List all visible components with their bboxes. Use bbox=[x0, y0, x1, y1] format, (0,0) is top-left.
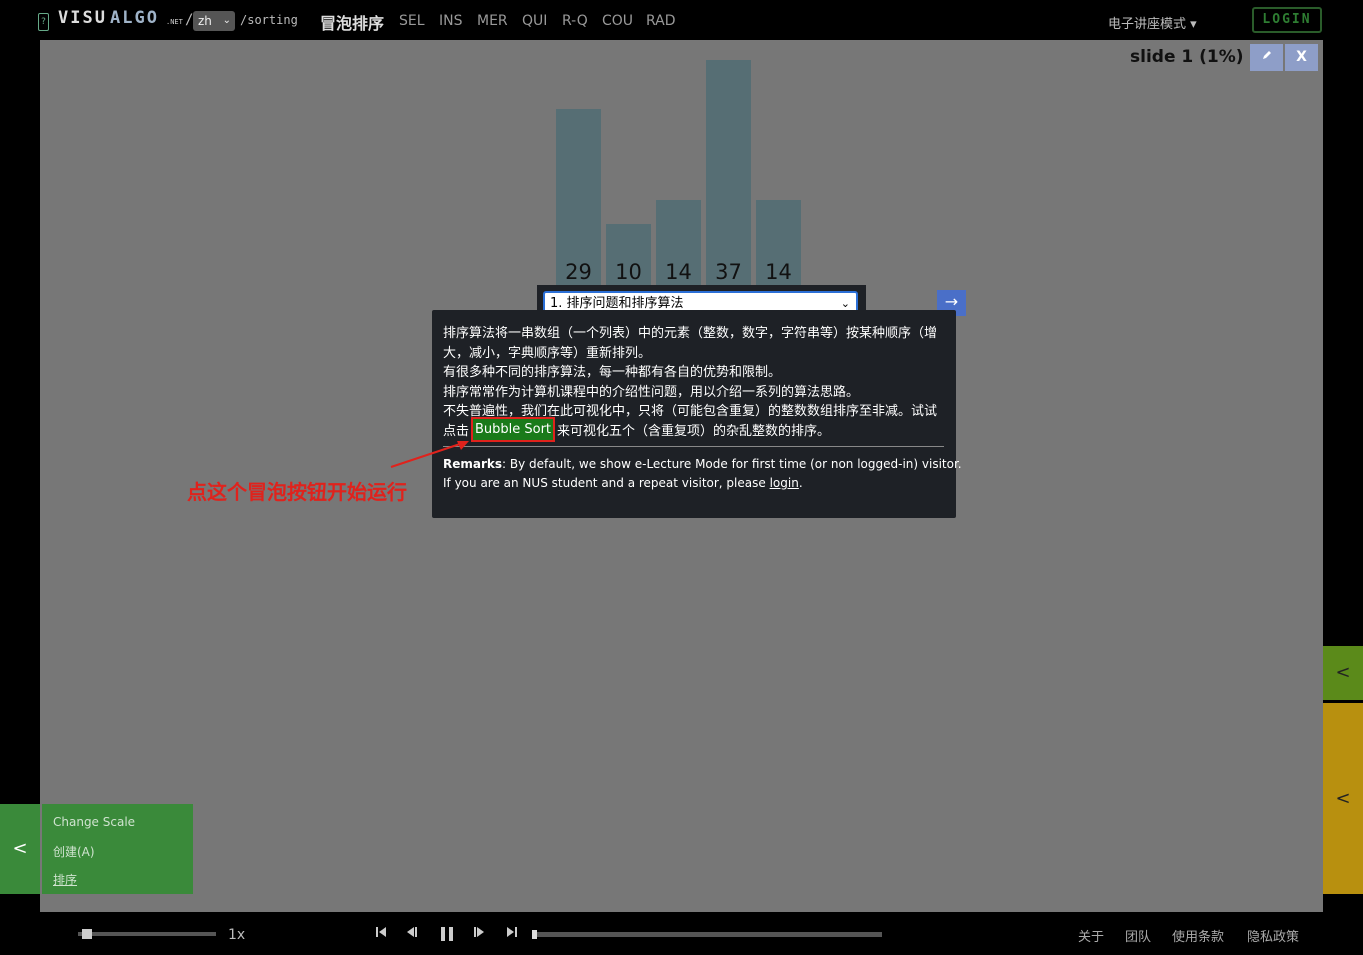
logo-visu[interactable]: VISU bbox=[58, 8, 107, 28]
slide-indicator: slide 1 (1%) bbox=[1130, 47, 1244, 67]
divider bbox=[443, 446, 944, 447]
progress-slider[interactable] bbox=[532, 932, 882, 937]
change-scale-action[interactable]: Change Scale bbox=[53, 815, 135, 829]
tab-sel[interactable]: SEL bbox=[399, 13, 425, 29]
create-action[interactable]: 创建(A) bbox=[53, 843, 95, 860]
footer-about[interactable]: 关于 bbox=[1078, 926, 1104, 945]
go-to-end-icon[interactable] bbox=[505, 925, 519, 943]
step-back-icon[interactable] bbox=[405, 925, 419, 943]
array-bar bbox=[556, 109, 601, 285]
remarks-line: Remarks: By default, we show e-Lecture M… bbox=[443, 457, 962, 471]
lecture-text-line: 来可视化五个（含重复项）的杂乱整数的排序。 bbox=[557, 424, 831, 439]
pause-glyph bbox=[441, 927, 453, 941]
side-tab-lower[interactable]: < bbox=[1323, 703, 1363, 894]
array-bar-label: 29 bbox=[565, 260, 592, 284]
language-value: zh bbox=[198, 14, 212, 28]
remarks-text: : By default, we show e-Lecture Mode for… bbox=[502, 457, 962, 471]
remarks-end: . bbox=[798, 476, 803, 490]
tab-rad[interactable]: RAD bbox=[646, 13, 676, 29]
remarks-text: If you are an NUS student and a repeat v… bbox=[443, 476, 766, 490]
progress-slider-handle[interactable] bbox=[532, 930, 537, 939]
array-bar-label: 37 bbox=[715, 260, 742, 284]
footer-privacy[interactable]: 隐私政策 bbox=[1247, 926, 1299, 945]
algo-title-bubble-sort[interactable]: 冒泡排序 bbox=[320, 10, 384, 34]
login-button[interactable]: LOGIN bbox=[1252, 7, 1322, 33]
tab-ins[interactable]: INS bbox=[439, 13, 463, 29]
annotation-arrow bbox=[390, 441, 469, 468]
logo-net: .NET bbox=[166, 18, 183, 26]
pause-icon[interactable] bbox=[438, 925, 456, 947]
array-bar-label: 10 bbox=[615, 260, 642, 284]
slide-select-value: 1. 排序问题和排序算法 bbox=[550, 296, 684, 311]
pen-icon-glyph bbox=[1262, 51, 1271, 59]
array-bar-label: 14 bbox=[765, 260, 792, 284]
logo-algo[interactable]: ALGO bbox=[110, 8, 159, 28]
array-bar-label: 14 bbox=[665, 260, 692, 284]
pen-icon[interactable] bbox=[1250, 44, 1283, 71]
step-forward-glyph bbox=[474, 927, 484, 937]
lecture-text-line: 排序算法将一串数组（一个列表）中的元素（整数，数字，字符串等）按某种顺序（增 bbox=[443, 326, 938, 341]
lecture-text-line: 大，减小，字典顺序等）重新排列。 bbox=[443, 346, 652, 361]
go-to-end-glyph bbox=[507, 927, 517, 937]
speed-slider-handle[interactable] bbox=[82, 929, 93, 939]
highlight-box bbox=[471, 417, 555, 442]
left-panel-toggle[interactable]: < bbox=[0, 804, 40, 894]
side-tab-upper[interactable]: < bbox=[1323, 646, 1363, 700]
sort-action[interactable]: 排序 bbox=[53, 871, 77, 888]
go-to-start-glyph bbox=[376, 927, 386, 937]
step-back-glyph bbox=[407, 927, 417, 937]
footer-team[interactable]: 团队 bbox=[1125, 926, 1151, 945]
go-to-start-icon[interactable] bbox=[374, 925, 388, 943]
array-bar bbox=[706, 60, 751, 285]
tab-cou[interactable]: COU bbox=[602, 13, 633, 29]
lecture-text-line: 有很多种不同的排序算法，每一种都有各自的优势和限制。 bbox=[443, 365, 782, 380]
page-path: /sorting bbox=[240, 13, 298, 27]
tab-qui[interactable]: QUI bbox=[522, 13, 547, 29]
close-lecture-button[interactable]: X bbox=[1285, 44, 1318, 71]
step-forward-icon[interactable] bbox=[472, 925, 486, 943]
speed-label: 1x bbox=[228, 927, 246, 943]
tab-mer[interactable]: MER bbox=[477, 13, 508, 29]
tab-r-q[interactable]: R-Q bbox=[562, 13, 588, 29]
chevron-down-icon: ⌄ bbox=[222, 15, 231, 26]
remarks-line: If you are an NUS student and a repeat v… bbox=[443, 476, 803, 490]
login-link[interactable]: login bbox=[770, 476, 799, 490]
footer-terms[interactable]: 使用条款 bbox=[1172, 926, 1224, 945]
annotation-text: 点这个冒泡按钮开始运行 bbox=[187, 480, 407, 504]
speed-slider[interactable] bbox=[78, 932, 216, 936]
e-lecture-mode-dropdown[interactable]: 电子讲座模式 ▾ bbox=[1108, 13, 1197, 32]
language-select[interactable]: zh ⌄ bbox=[193, 11, 235, 31]
help-icon[interactable]: ? bbox=[38, 13, 49, 31]
lecture-text-line: 排序常常作为计算机课程中的介绍性问题，用以介绍一系列的算法思路。 bbox=[443, 385, 860, 400]
